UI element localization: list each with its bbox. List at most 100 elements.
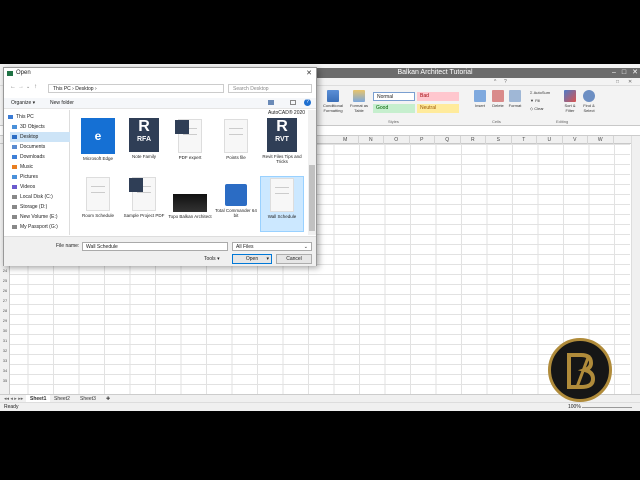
cancel-button[interactable]: Cancel	[276, 254, 312, 264]
nav-item[interactable]: Desktop	[10, 132, 70, 142]
nav-item[interactable]: Pictures	[10, 172, 70, 182]
nav-item[interactable]: Videos	[10, 182, 70, 192]
style-neutral[interactable]: Neutral	[417, 104, 459, 113]
organize-button[interactable]: Organize ▾	[11, 100, 35, 106]
row-header[interactable]: 27	[0, 296, 10, 306]
row-header[interactable]: 25	[0, 276, 10, 286]
file-item[interactable]: R RFA Note Family	[122, 118, 166, 174]
row-header[interactable]: 35	[0, 376, 10, 386]
find-select-button[interactable]: Find & Select	[580, 90, 598, 113]
help-icon[interactable]: ?	[304, 99, 311, 106]
file-list-scrollbar[interactable]	[308, 110, 316, 235]
column-header[interactable]: W	[588, 136, 614, 144]
nav-item[interactable]: Local Disk (C:)	[10, 192, 70, 202]
file-item[interactable]: Total Commander 64 bit	[214, 176, 258, 232]
file-name: PDF expert	[178, 155, 202, 160]
file-type-select[interactable]: All Files ⌄	[232, 242, 312, 251]
format-label: Format	[508, 103, 522, 108]
file-name: Topo Balkan Architect	[168, 214, 212, 219]
row-header[interactable]: 28	[0, 306, 10, 316]
file-item[interactable]: Topo Balkan Architect	[168, 176, 212, 232]
file-item[interactable]: Room Schedule	[76, 176, 120, 232]
scrollbar-thumb[interactable]	[309, 165, 315, 231]
help-icon[interactable]: ?	[504, 79, 510, 85]
close-icon[interactable]: ✕	[632, 68, 638, 78]
nav-item-label: Desktop	[20, 134, 39, 140]
fill-button[interactable]: ▼ Fill	[530, 98, 560, 103]
style-good[interactable]: Good	[373, 104, 415, 113]
row-header[interactable]: 34	[0, 366, 10, 376]
column-header[interactable]: S	[486, 136, 512, 144]
row-header[interactable]: 30	[0, 326, 10, 336]
column-header[interactable]: N	[359, 136, 384, 144]
preview-pane-icon[interactable]	[290, 100, 296, 105]
column-header[interactable]: P	[410, 136, 435, 144]
column-header[interactable]: V	[563, 136, 588, 144]
view-options-icon[interactable]	[268, 100, 274, 105]
file-item[interactable]: Sample Project PDF	[122, 176, 166, 232]
nav-item[interactable]: 3D Objects	[10, 122, 70, 132]
nav-item[interactable]: This PC	[6, 112, 66, 122]
insert-button[interactable]: Insert	[472, 90, 488, 108]
conditional-formatting-button[interactable]: Conditional Formatting	[320, 90, 346, 113]
open-button[interactable]: Open ▾	[232, 254, 272, 264]
address-bar[interactable]: This PC › Desktop ›	[48, 84, 224, 93]
column-header[interactable]: Q	[435, 136, 461, 144]
breadcrumb-this-pc[interactable]: This PC	[53, 86, 71, 92]
minimize-icon[interactable]: –	[612, 68, 616, 78]
restore-icon[interactable]: □	[616, 79, 622, 85]
search-input[interactable]: Search Desktop	[228, 84, 312, 93]
row-header[interactable]: 31	[0, 336, 10, 346]
nav-item[interactable]: New Volume (E:)	[10, 212, 70, 222]
nav-item[interactable]: Downloads	[10, 152, 70, 162]
row-header[interactable]: 26	[0, 286, 10, 296]
file-item[interactable]: PDF expert	[168, 118, 212, 174]
dialog-close-icon[interactable]: ✕	[306, 68, 312, 79]
drive-icon	[12, 225, 17, 229]
row-header[interactable]: 32	[0, 346, 10, 356]
sheet-tab-bar: ◂◂ ◂ ▸ ▸▸ Sheet1 Sheet2 Sheet3 ✚	[0, 394, 640, 403]
file-item[interactable]: e Microsoft Edge	[76, 118, 120, 174]
file-badge: RFA	[137, 136, 151, 143]
zoom-level[interactable]: 100%	[568, 403, 581, 411]
nav-item[interactable]: Documents	[10, 142, 70, 152]
delete-cells-icon	[492, 90, 504, 102]
nav-item[interactable]: Storage (D:)	[10, 202, 70, 212]
column-header[interactable]: T	[512, 136, 537, 144]
vertical-scrollbar[interactable]	[631, 136, 640, 394]
autosum-label: AutoSum	[533, 90, 551, 95]
row-header[interactable]: 29	[0, 316, 10, 326]
format-as-table-button[interactable]: Format as Table	[348, 90, 370, 113]
column-header[interactable]: O	[384, 136, 410, 144]
forward-arrow-icon[interactable]: →	[18, 84, 24, 90]
row-header[interactable]: 24	[0, 266, 10, 276]
minimize-ribbon-icon[interactable]: ^	[494, 79, 500, 85]
sort-filter-label: Sort & Filter	[564, 103, 576, 113]
sort-filter-button[interactable]: Sort & Filter	[562, 90, 578, 113]
column-header[interactable]: R	[461, 136, 486, 144]
style-normal[interactable]: Normal	[373, 92, 415, 101]
file-item[interactable]: R RVT Revit Files Tips and Tricks	[260, 118, 304, 174]
zoom-slider[interactable]	[582, 407, 632, 408]
nav-item[interactable]: Music	[10, 162, 70, 172]
file-item[interactable]: Wall Schedule	[260, 176, 304, 232]
row-header[interactable]: 33	[0, 356, 10, 366]
column-header[interactable]: M	[333, 136, 359, 144]
column-header[interactable]: U	[537, 136, 563, 144]
file-item[interactable]: Points file	[214, 118, 258, 174]
clear-button[interactable]: ◇ Clear	[530, 106, 560, 111]
new-folder-button[interactable]: New folder	[50, 100, 74, 106]
maximize-icon[interactable]: □	[622, 68, 626, 78]
nav-item[interactable]: My Passport (G:)	[10, 222, 70, 232]
up-arrow-icon[interactable]: ↑	[34, 84, 37, 90]
autosum-button[interactable]: Σ AutoSum	[530, 90, 560, 95]
recent-locations-icon[interactable]: ⌄	[26, 84, 30, 90]
format-button[interactable]: Format	[507, 90, 523, 108]
style-bad[interactable]: Bad	[417, 92, 459, 101]
close-workbook-icon[interactable]: ✕	[628, 79, 634, 85]
file-name-input[interactable]: Wall Schedule	[82, 242, 228, 251]
breadcrumb-desktop[interactable]: Desktop	[75, 86, 93, 92]
tools-button[interactable]: Tools ▾	[204, 256, 220, 262]
back-arrow-icon[interactable]: ←	[10, 84, 16, 90]
delete-button[interactable]: Delete	[490, 90, 506, 108]
